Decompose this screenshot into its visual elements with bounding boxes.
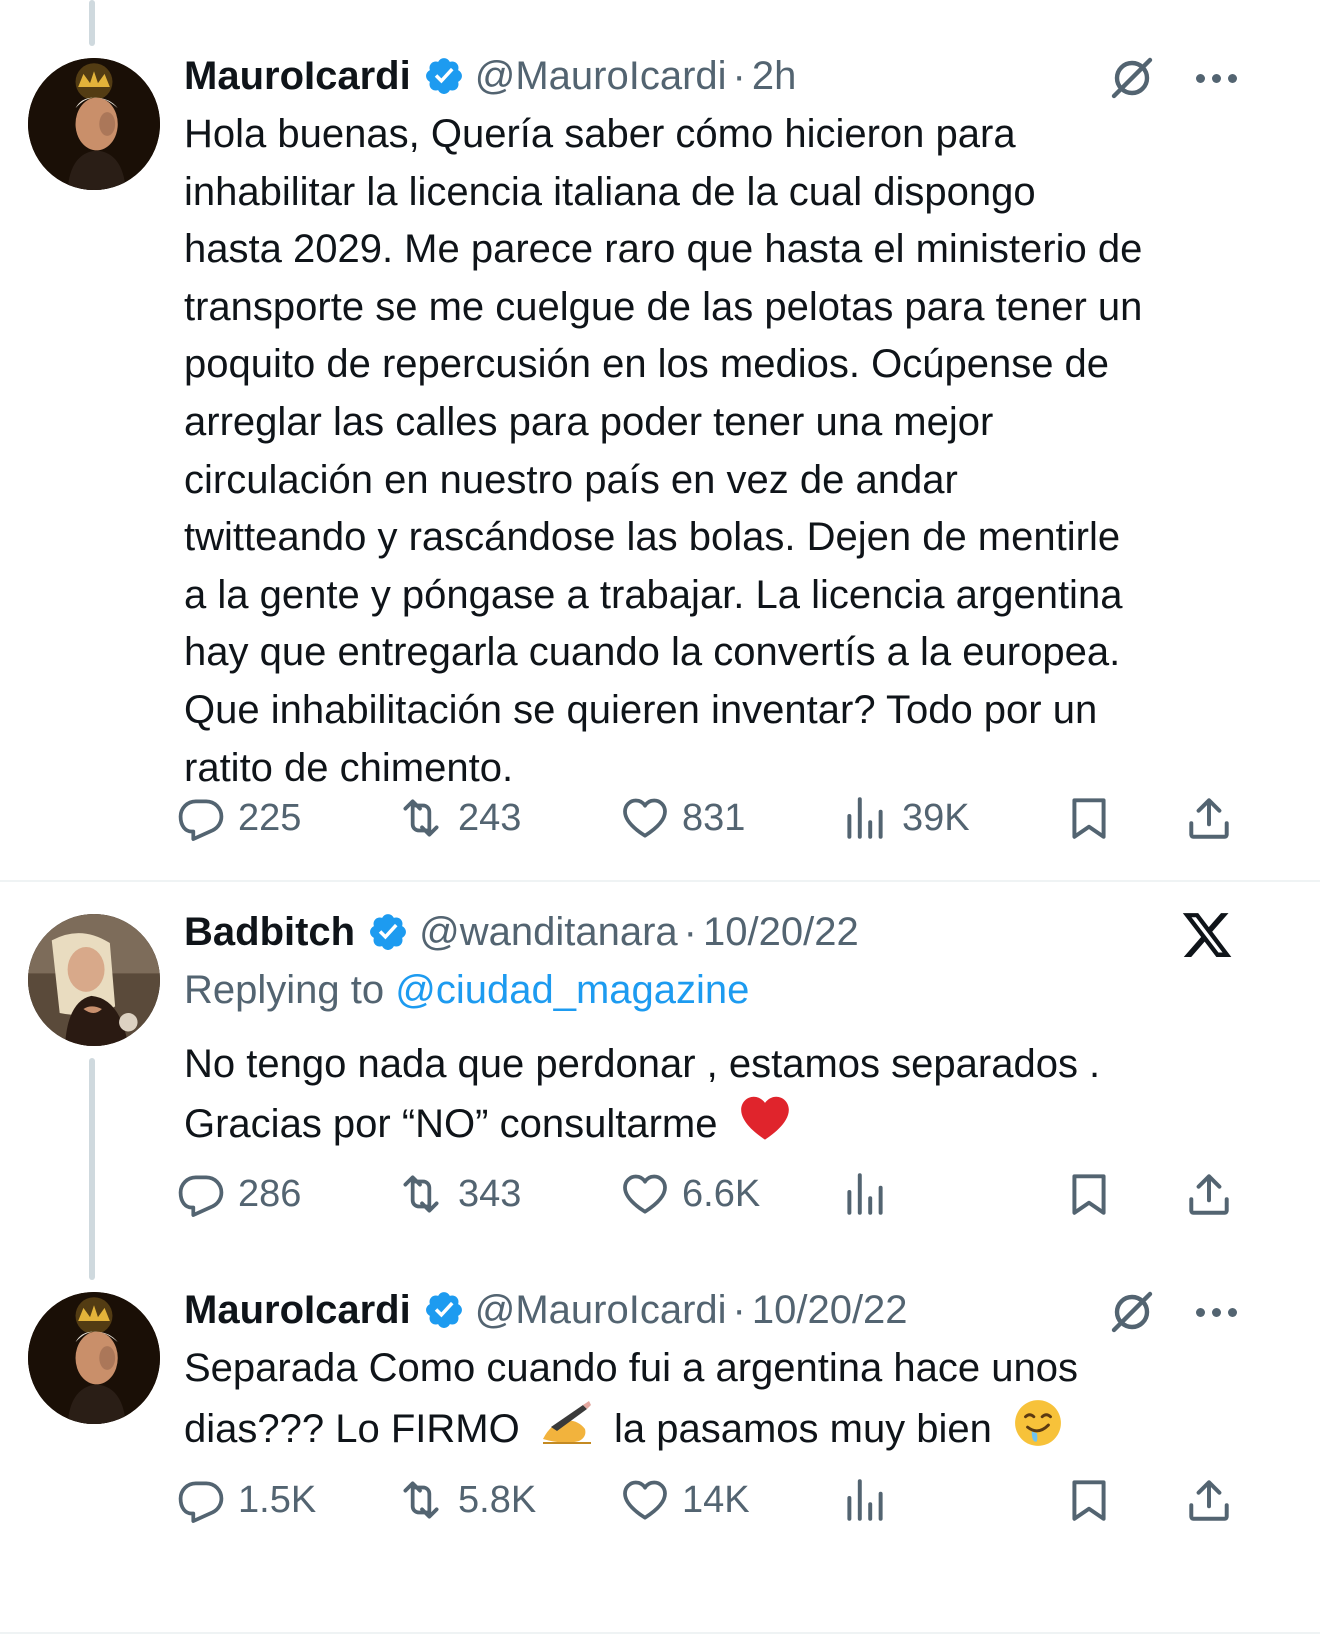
views-icon: [840, 1169, 890, 1219]
retweet-count: 5.8K: [458, 1478, 537, 1521]
handle[interactable]: @wanditanara: [419, 910, 678, 955]
retweet-button[interactable]: 5.8K: [396, 1472, 536, 1528]
tweet-header: MauroIcardi @MauroIcardi · 10/20/22: [184, 1286, 908, 1334]
reply-icon: [176, 793, 226, 843]
tweet-top-right: [1108, 54, 1237, 102]
replying-to: Replying to @ciudad_magazine: [184, 968, 749, 1013]
replying-label: Replying to: [184, 968, 385, 1012]
bookmark-icon: [1064, 1475, 1114, 1525]
like-count: 6.6K: [682, 1172, 761, 1215]
tweet-text-line: dias??? Lo FIRMO la pasamos muy bien: [184, 1398, 1274, 1465]
display-name[interactable]: Badbitch: [184, 910, 355, 955]
tweet-header: MauroIcardi @MauroIcardi · 2h: [184, 52, 796, 100]
views-icon: [840, 1475, 890, 1525]
tweet-text: No tengo nada que perdonar , estamos sep…: [184, 1036, 1274, 1158]
tweet-text: Hola buenas, Quería saber cómo hicieron …: [184, 112, 1143, 790]
like-button[interactable]: 831: [620, 790, 745, 846]
separator-dot: ·: [683, 909, 697, 954]
tweet-wanda[interactable]: Badbitch @wanditanara · 10/20/22 Replyin…: [0, 882, 1320, 1282]
tweet-header: Badbitch @wanditanara · 10/20/22: [184, 908, 859, 956]
verified-badge-icon: [423, 1289, 465, 1331]
bookmark-button[interactable]: [1064, 1166, 1126, 1222]
x-logo-icon: [1180, 908, 1234, 962]
views-button[interactable]: [840, 1472, 902, 1528]
like-count: 14K: [682, 1478, 750, 1521]
verified-badge-icon: [367, 911, 409, 953]
tweet-text-segment: dias??? Lo FIRMO: [184, 1406, 520, 1451]
like-icon: [620, 1475, 670, 1525]
share-icon: [1184, 793, 1234, 843]
more-icon[interactable]: [1196, 1307, 1237, 1317]
reply-count: 286: [238, 1172, 302, 1215]
retweet-button[interactable]: 243: [396, 790, 521, 846]
retweet-button[interactable]: 343: [396, 1166, 521, 1222]
share-button[interactable]: [1184, 790, 1246, 846]
tweet-text-line: Separada Como cuando fui a argentina hac…: [184, 1346, 1078, 1390]
display-name[interactable]: MauroIcardi: [184, 1288, 411, 1333]
red-heart-emoji-icon: [739, 1094, 791, 1159]
writing-hand-emoji-icon: [539, 1399, 595, 1464]
handle[interactable]: @MauroIcardi: [475, 54, 727, 99]
views-button[interactable]: 39K: [840, 790, 970, 846]
display-name[interactable]: MauroIcardi: [184, 54, 411, 99]
bookmark-icon: [1064, 793, 1114, 843]
retweet-icon: [396, 793, 446, 843]
bookmark-button[interactable]: [1064, 790, 1126, 846]
like-icon: [620, 793, 670, 843]
like-button[interactable]: 14K: [620, 1472, 750, 1528]
reply-button[interactable]: 286: [176, 1166, 301, 1222]
reply-icon: [176, 1169, 226, 1219]
reply-mention-link[interactable]: @ciudad_magazine: [395, 968, 749, 1012]
more-icon[interactable]: [1196, 73, 1237, 83]
grok-icon[interactable]: [1108, 1288, 1156, 1336]
divider: [0, 1632, 1320, 1634]
drooling-face-emoji-icon: [1013, 1398, 1063, 1465]
bookmark-icon: [1064, 1169, 1114, 1219]
timestamp[interactable]: 10/20/22: [703, 910, 859, 955]
reply-icon: [176, 1475, 226, 1525]
tweet-text-line: No tengo nada que perdonar , estamos sep…: [184, 1042, 1101, 1086]
tweet-mauro-2[interactable]: MauroIcardi @MauroIcardi · 10/20/22 Sepa…: [0, 1282, 1320, 1622]
share-icon: [1184, 1169, 1234, 1219]
retweet-icon: [396, 1169, 446, 1219]
views-count: 39K: [902, 796, 970, 839]
action-bar: 286 343 6.6K: [184, 1166, 1284, 1222]
bookmark-button[interactable]: [1064, 1472, 1126, 1528]
like-count: 831: [682, 796, 746, 839]
tweet-text: Separada Como cuando fui a argentina hac…: [184, 1340, 1274, 1464]
separator-dot: ·: [732, 1287, 746, 1332]
share-icon: [1184, 1475, 1234, 1525]
reply-button[interactable]: 1.5K: [176, 1472, 316, 1528]
retweet-icon: [396, 1475, 446, 1525]
retweet-count: 243: [458, 796, 522, 839]
timestamp[interactable]: 10/20/22: [752, 1288, 908, 1333]
timestamp[interactable]: 2h: [752, 54, 797, 99]
views-button[interactable]: [840, 1166, 902, 1222]
avatar[interactable]: [28, 58, 160, 190]
reply-count: 1.5K: [238, 1478, 317, 1521]
like-icon: [620, 1169, 670, 1219]
tweet-text-line: Gracias por “NO” consultarme: [184, 1094, 1274, 1159]
like-button[interactable]: 6.6K: [620, 1166, 760, 1222]
reply-button[interactable]: 225: [176, 790, 301, 846]
avatar[interactable]: [28, 914, 160, 1046]
tweet-text-segment: la pasamos muy bien: [613, 1406, 992, 1451]
grok-icon[interactable]: [1108, 54, 1156, 102]
tweet-text-segment: Gracias por “NO” consultarme: [184, 1101, 718, 1146]
handle[interactable]: @MauroIcardi: [475, 1288, 727, 1333]
share-button[interactable]: [1184, 1166, 1246, 1222]
separator-dot: ·: [732, 53, 746, 98]
views-icon: [840, 793, 890, 843]
action-bar: 225 243 831 39K: [184, 790, 1284, 846]
verified-badge-icon: [423, 55, 465, 97]
tweet-top-right: [1108, 1288, 1237, 1336]
avatar[interactable]: [28, 1292, 160, 1424]
action-bar: 1.5K 5.8K 14K: [184, 1472, 1284, 1528]
tweet-mauro-1[interactable]: MauroIcardi @MauroIcardi · 2h Hola buena…: [0, 0, 1320, 880]
retweet-count: 343: [458, 1172, 522, 1215]
share-button[interactable]: [1184, 1472, 1246, 1528]
thread-line: [89, 1058, 95, 1280]
reply-count: 225: [238, 796, 302, 839]
